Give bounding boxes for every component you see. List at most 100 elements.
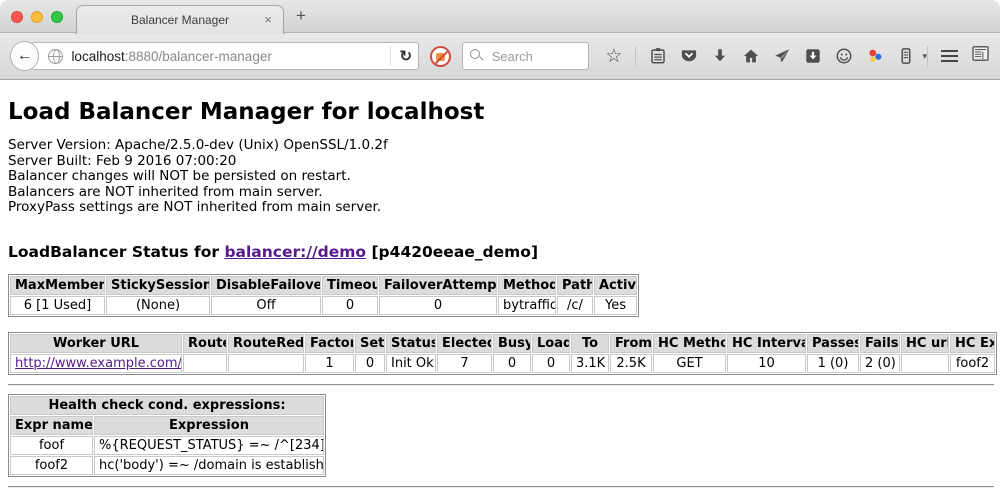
cell-to: 3.1K xyxy=(571,354,609,373)
column-header: Route xyxy=(183,334,227,353)
notice-line: Balancer changes will NOT be persisted o… xyxy=(8,169,994,185)
cell-load: 0 xyxy=(532,354,570,373)
column-header: Status xyxy=(386,334,436,353)
close-window-button[interactable] xyxy=(11,11,23,23)
cell-hc-method: GET xyxy=(653,354,726,373)
cell-active: Yes xyxy=(594,296,637,315)
browser-tab[interactable]: Balancer Manager × xyxy=(76,5,284,34)
cell-expression: hc('body') =~ /domain is established/ xyxy=(94,456,324,475)
notice-line: Balancers are NOT inherited from main se… xyxy=(8,185,994,201)
column-header: Timeout xyxy=(322,276,378,295)
worker-url-link[interactable]: http://www.example.com/ xyxy=(15,356,182,371)
worker-table: Worker URL Route RouteRedir Factor Set S… xyxy=(8,332,997,375)
health-table-title-row: Health check cond. expressions: xyxy=(10,396,324,415)
column-header: HC uri xyxy=(901,334,949,353)
cell-status: Init Ok xyxy=(386,354,436,373)
balancer-table-row: 6 [1 Used] (None) Off 0 0 bytraffic /c/ … xyxy=(10,296,637,315)
cell-factor: 1 xyxy=(305,354,354,373)
smiley-icon[interactable] xyxy=(835,47,853,65)
clipboard-icon[interactable] xyxy=(649,47,667,65)
health-table-header-row: Expr name Expression xyxy=(10,416,324,435)
column-header: Fails xyxy=(860,334,900,353)
downloads-icon[interactable] xyxy=(711,47,729,65)
cell-failoverattempts: 0 xyxy=(379,296,497,315)
toolbar-divider xyxy=(635,46,636,67)
search-input[interactable] xyxy=(490,48,570,65)
column-header: Method xyxy=(498,276,556,295)
balancer-table: MaxMembers StickySession DisableFailover… xyxy=(8,274,639,317)
column-header: Elected xyxy=(437,334,492,353)
worker-table-row: http://www.example.com/ 1 0 Init Ok 7 0 … xyxy=(10,354,995,373)
status-heading: LoadBalancer Status for balancer://demo … xyxy=(8,243,994,261)
cell-elected: 7 xyxy=(437,354,492,373)
balancer-link[interactable]: balancer://demo xyxy=(224,243,366,261)
title-bar: Balancer Manager × + xyxy=(0,0,1000,33)
column-header: Expression xyxy=(94,416,324,435)
cell-hc-expr: foof2 xyxy=(950,354,995,373)
server-version-line: Server Version: Apache/2.5.0-dev (Unix) … xyxy=(8,138,994,154)
balancer-table-header-row: MaxMembers StickySession DisableFailover… xyxy=(10,276,637,295)
cell-stickysession: (None) xyxy=(106,296,210,315)
health-table-title: Health check cond. expressions: xyxy=(10,396,324,415)
page-title: Load Balancer Manager for localhost xyxy=(8,99,994,125)
tab-title: Balancer Manager xyxy=(131,13,229,27)
tab-close-icon[interactable]: × xyxy=(264,12,272,27)
column-header: From xyxy=(610,334,652,353)
column-header: Path xyxy=(557,276,593,295)
navigation-toolbar: ← localhost:8880/balancer-manager ↻ ☆ xyxy=(0,33,1000,80)
column-header: HC Expr xyxy=(950,334,995,353)
url-bar[interactable]: localhost:8880/balancer-manager ↻ xyxy=(31,42,419,70)
cell-busy: 0 xyxy=(493,354,531,373)
column-header: Set xyxy=(355,334,385,353)
column-header: Load xyxy=(532,334,570,353)
cell-hc-interval: 10 xyxy=(727,354,806,373)
colored-dots-icon[interactable] xyxy=(866,47,884,65)
column-header: Expr name xyxy=(10,416,93,435)
toolbar-divider xyxy=(927,46,928,67)
send-icon[interactable] xyxy=(773,47,791,65)
cell-set: 0 xyxy=(355,354,385,373)
window-controls xyxy=(11,11,63,23)
home-icon[interactable] xyxy=(742,47,760,65)
column-header: Active xyxy=(594,276,637,295)
download-box-icon[interactable] xyxy=(804,47,822,65)
column-header: Busy xyxy=(493,334,531,353)
server-built-line: Server Built: Feb 9 2016 07:00:20 xyxy=(8,154,994,170)
pocket-icon[interactable] xyxy=(680,47,698,65)
cell-timeout: 0 xyxy=(322,296,378,315)
zoom-window-button[interactable] xyxy=(51,11,63,23)
horizontal-rule xyxy=(8,384,994,386)
new-tab-button[interactable]: + xyxy=(296,6,306,26)
bookmark-star-icon[interactable]: ☆ xyxy=(605,47,622,66)
cell-expr-name: foof xyxy=(10,436,93,455)
column-header: Passes xyxy=(807,334,859,353)
back-icon: ← xyxy=(17,47,33,65)
server-info: Server Version: Apache/2.5.0-dev (Unix) … xyxy=(8,138,994,216)
globe-icon xyxy=(48,49,63,64)
plugin-block-icon[interactable] xyxy=(430,46,451,67)
url-divider xyxy=(390,46,391,66)
worker-table-header-row: Worker URL Route RouteRedir Factor Set S… xyxy=(10,334,995,353)
cell-route xyxy=(183,354,227,373)
cell-path: /c/ xyxy=(557,296,593,315)
reload-icon[interactable]: ↻ xyxy=(399,47,412,65)
search-box[interactable] xyxy=(462,42,590,70)
toolbar-icons: ☆ xyxy=(605,46,927,67)
menu-icon[interactable] xyxy=(941,47,958,65)
column-header: To xyxy=(571,334,609,353)
column-header: RouteRedir xyxy=(228,334,304,353)
cell-from: 2.5K xyxy=(610,354,652,373)
minimize-window-button[interactable] xyxy=(31,11,43,23)
health-table-row: foof2 hc('body') =~ /domain is establish… xyxy=(10,456,324,475)
horizontal-rule xyxy=(8,486,994,488)
cell-worker-url: http://www.example.com/ xyxy=(10,354,182,373)
column-header: HC Method xyxy=(653,334,726,353)
column-header: FailoverAttempts xyxy=(379,276,497,295)
cell-hc-uri xyxy=(901,354,949,373)
url-text: localhost:8880/balancer-manager xyxy=(71,49,271,64)
container-icon[interactable] xyxy=(897,47,915,65)
panels-icon[interactable] xyxy=(971,44,990,68)
column-header: DisableFailover xyxy=(211,276,321,295)
url-host: localhost xyxy=(71,49,124,64)
cell-routeredir xyxy=(228,354,304,373)
